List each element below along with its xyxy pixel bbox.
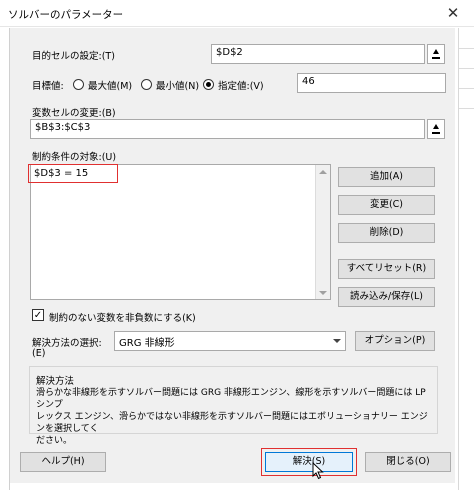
method-description-line: レックス エンジン、滑らかではない非線形を示すソルバー問題にはエボリューショナリ… — [36, 412, 428, 434]
method-label: 解決方法の選択: — [32, 338, 102, 349]
delete-button[interactable]: 削除(D) — [338, 223, 435, 243]
objective-cell-input[interactable]: $D$2 — [211, 44, 425, 64]
change-button[interactable]: 変更(C) — [338, 195, 435, 215]
target-label: 目標値: — [32, 81, 64, 92]
radio-max[interactable] — [73, 79, 84, 90]
method-label-accel: (E) — [32, 348, 46, 359]
radio-min-label[interactable]: 最小値(N) — [156, 78, 199, 92]
constraints-label: 制約条件の対象:(U) — [32, 152, 117, 163]
radio-value-of-label[interactable]: 指定値:(V) — [218, 78, 264, 92]
load-save-button[interactable]: 読み込み/保存(L) — [338, 287, 435, 307]
sheet-gridline — [459, 68, 474, 69]
objective-collapse-icon[interactable] — [427, 44, 445, 64]
method-description: 滑らかな非線形を示すソルバー問題には GRG 非線形エンジン、線形を示すソルバー… — [36, 387, 434, 447]
sheet-gridline — [459, 88, 474, 89]
method-group-title: 解決方法 — [36, 376, 75, 387]
constraints-list[interactable] — [30, 164, 331, 300]
options-button[interactable]: オプション(P) — [355, 331, 435, 351]
close-icon[interactable]: ✕ — [436, 2, 470, 24]
add-button[interactable]: 追加(A) — [338, 167, 435, 187]
reset-all-button[interactable]: すべてリセット(R) — [338, 259, 435, 279]
close-button[interactable]: 閉じる(O) — [365, 452, 451, 472]
constraint-item[interactable]: $D$3 = 15 — [34, 168, 88, 179]
nonneg-label[interactable]: 制約のない変数を非負数にする(K) — [49, 310, 196, 324]
objective-label: 目的セルの設定:(T) — [32, 51, 115, 62]
target-value-input[interactable]: 46 — [297, 73, 446, 93]
method-dropdown-icon[interactable] — [330, 332, 345, 350]
constraints-scrollbar[interactable] — [315, 165, 330, 299]
method-select[interactable]: GRG 非線形 — [114, 331, 346, 351]
help-button[interactable]: ヘルプ(H) — [20, 452, 106, 472]
scroll-down-icon[interactable] — [319, 291, 327, 295]
scroll-up-icon[interactable] — [319, 170, 327, 174]
background-sheet-right — [458, 28, 474, 490]
mouse-pointer-icon — [312, 462, 324, 480]
variable-cells-input[interactable]: $B$3:$C$3 — [30, 119, 425, 139]
solve-button[interactable]: 解決(S) — [265, 452, 353, 472]
radio-max-label[interactable]: 最大値(M) — [88, 78, 132, 92]
method-description-line: ださい。 — [36, 436, 73, 446]
radio-min[interactable] — [141, 79, 152, 90]
sheet-gridline — [459, 48, 474, 49]
nonneg-checkbox[interactable]: ✓ — [32, 309, 44, 321]
window-title: ソルバーのパラメーター — [8, 9, 124, 21]
background-sheet-left — [0, 28, 10, 490]
title-bar: ソルバーのパラメーター ✕ — [0, 0, 474, 27]
sheet-gridline — [459, 108, 474, 109]
radio-value-of[interactable] — [203, 79, 214, 90]
method-description-line: 滑らかな非線形を示すソルバー問題には GRG 非線形エンジン、線形を示すソルバー… — [36, 388, 426, 410]
variables-label: 変数セルの変更:(B) — [32, 108, 116, 119]
variables-collapse-icon[interactable] — [427, 119, 445, 139]
